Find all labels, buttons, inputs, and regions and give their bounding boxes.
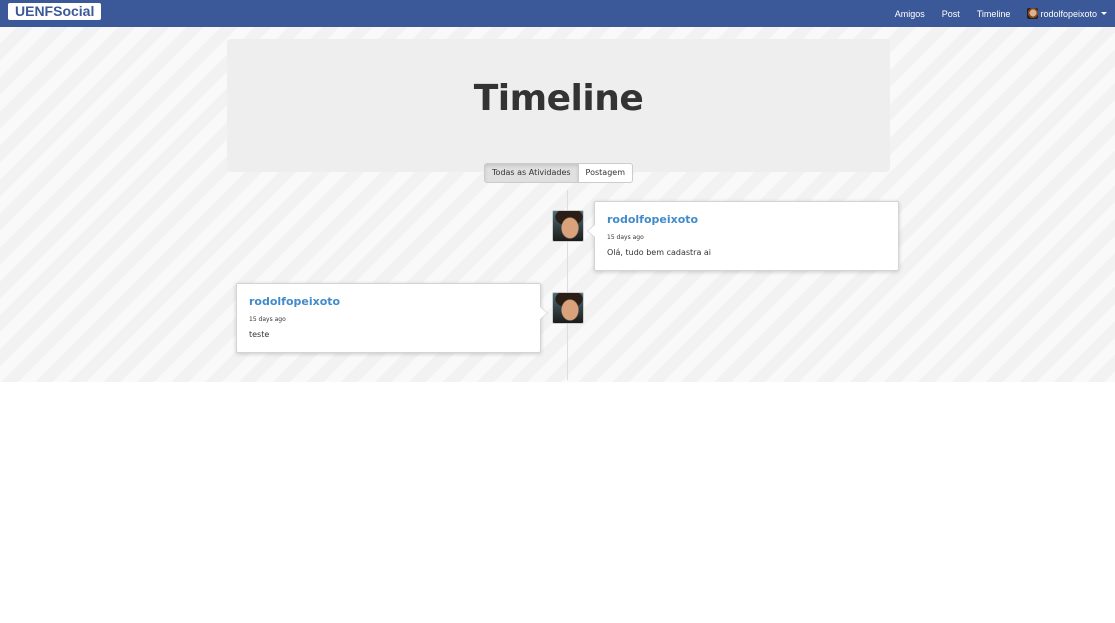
nav-link-timeline[interactable]: Timeline <box>977 9 1011 19</box>
nav-links: Amigos Post Timeline rodolfopeixoto <box>878 0 1107 27</box>
chevron-down-icon <box>1101 12 1107 15</box>
nav-link-post[interactable]: Post <box>942 9 960 19</box>
top-navbar: UENFSocial Amigos Post Timeline rodolfop… <box>0 0 1115 27</box>
user-avatar-icon <box>1027 8 1039 19</box>
post-timestamp: 15 days ago <box>249 316 286 323</box>
brand-logo[interactable]: UENFSocial <box>8 3 102 20</box>
posts-button[interactable]: Postagem <box>578 163 633 183</box>
page-title: Timeline <box>473 78 644 119</box>
timeline-post: rodolfopeixoto 15 days ago teste <box>236 283 548 353</box>
timeline-post: rodolfopeixoto 15 days ago Olá, tudo bem… <box>587 201 899 271</box>
user-menu-dropdown[interactable]: rodolfopeixoto <box>1027 8 1107 19</box>
post-avatar-icon[interactable] <box>552 292 584 324</box>
post-content: teste <box>249 330 270 339</box>
post-avatar-icon[interactable] <box>552 210 584 242</box>
post-content: Olá, tudo bem cadastra ai <box>607 248 712 257</box>
filter-button-group: Todas as Atividades Postagem <box>227 163 890 183</box>
nav-link-amigos[interactable]: Amigos <box>895 9 925 19</box>
post-timestamp: 15 days ago <box>607 234 644 241</box>
post-author-link[interactable]: rodolfopeixoto <box>607 213 886 226</box>
user-menu-label: rodolfopeixoto <box>1040 8 1097 19</box>
card-pointer <box>540 306 548 320</box>
post-author-link[interactable]: rodolfopeixoto <box>249 295 528 308</box>
timeline-header: Timeline Todas as Atividades Postagem <box>227 39 890 183</box>
card-pointer <box>587 224 595 238</box>
all-activities-button[interactable]: Todas as Atividades <box>484 163 579 183</box>
